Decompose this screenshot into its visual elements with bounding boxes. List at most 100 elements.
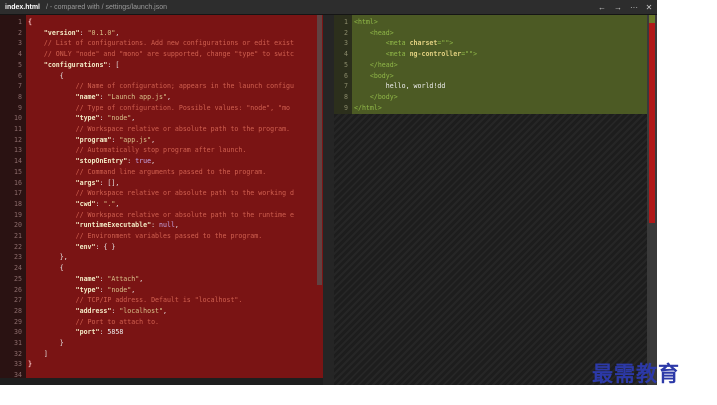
left-code-line[interactable]: "cwd": ".", (28, 199, 120, 210)
left-code-line[interactable]: "configurations": [ (28, 60, 119, 71)
left-line-number: 12 (14, 135, 22, 144)
left-code-line[interactable]: ] (28, 349, 48, 360)
left-line-number: 20 (14, 221, 22, 230)
empty-diff-area (334, 114, 657, 385)
code-token: // Environment variables passed to the p… (28, 232, 263, 240)
code-token: , (151, 157, 156, 166)
right-line-number: 2 (344, 28, 348, 37)
left-code-line[interactable]: "port": 5858 (28, 327, 124, 338)
code-token: // Name of configuration; appears in the… (28, 82, 294, 91)
code-token: , (174, 221, 179, 230)
code-token: , (131, 285, 136, 294)
code-token: // Workspace relative or absolute path t… (28, 210, 294, 219)
left-line-number: 23 (14, 253, 22, 262)
code-token: "stopOnEntry" (28, 157, 128, 166)
left-code-line[interactable]: { (28, 263, 64, 274)
pane-splitter[interactable] (323, 15, 334, 385)
right-code-line[interactable]: <body> (354, 71, 394, 82)
code-token: =""> (461, 50, 478, 59)
right-code-line[interactable]: <head> (354, 28, 394, 39)
left-line-number: 6 (18, 71, 22, 80)
left-code-line[interactable]: "stopOnEntry": true, (28, 156, 155, 167)
left-code-line[interactable]: "address": "localhost", (28, 306, 167, 317)
left-code-line[interactable]: "type": "node", (28, 113, 136, 124)
left-line-number: 13 (14, 146, 22, 155)
right-line-number: 4 (344, 50, 348, 59)
overview-ruler[interactable] (647, 15, 657, 385)
left-scrollbar[interactable] (317, 15, 322, 285)
left-line-number: 27 (14, 296, 22, 305)
code-token: "port" (28, 328, 100, 337)
left-line-number: 28 (14, 306, 22, 315)
modified-editor-pane[interactable]: 1 2 3 4 5 6 7 8 9 <html> <head> <meta charset="">… (334, 15, 657, 385)
left-code-line[interactable]: "env": { } (28, 242, 116, 253)
left-code-line[interactable]: // List of configurations. Add new confi… (28, 38, 294, 49)
ruler-added-mark (649, 15, 655, 23)
code-token: "app.js" (119, 135, 152, 144)
left-code-line[interactable]: // Name of configuration; appears in the… (28, 81, 294, 92)
left-line-number: 17 (14, 189, 22, 198)
code-token: null (159, 221, 175, 230)
left-code-line[interactable]: // Workspace relative or absolute path t… (28, 188, 294, 199)
right-code-line[interactable]: <html> (354, 17, 378, 28)
left-code-line[interactable]: "version": "0.1.0", (28, 28, 119, 39)
right-code-line[interactable]: </head> (354, 60, 398, 71)
code-token: , (139, 274, 144, 283)
left-code-line[interactable]: "runtimeExecutable": null, (28, 220, 179, 231)
more-icon[interactable]: ··· (628, 0, 640, 15)
arrow-right-icon[interactable]: → (612, 0, 624, 15)
code-token: } (28, 360, 32, 369)
code-token: "type" (28, 285, 100, 294)
left-code-line[interactable]: "name": "Launch app.js", (28, 92, 171, 103)
code-token: } (28, 339, 64, 347)
code-token: "version" (28, 28, 80, 37)
code-token: "node" (107, 114, 132, 123)
left-code-line[interactable]: // Automatically stop program after laun… (28, 145, 247, 156)
left-line-number: 31 (14, 339, 22, 347)
left-code-line[interactable]: "type": "node", (28, 285, 136, 296)
left-code-line[interactable]: // Command line arguments passed to the … (28, 167, 267, 178)
left-line-number: 5 (18, 60, 22, 69)
code-token: : (151, 221, 160, 230)
code-token: // Workspace relative or absolute path t… (28, 189, 294, 198)
tab-filename[interactable]: index.html (5, 0, 40, 15)
original-editor-pane[interactable]: 1 2 3 4 5 6 7 8 9 10 11 12 13 14 15 16 17 18 19 20 21 22 23 24 2… (0, 15, 323, 385)
right-code-line[interactable]: </body> (354, 92, 398, 103)
code-token: // Automatically stop program after laun… (28, 146, 247, 155)
code-token: =""> (437, 39, 454, 48)
left-code-line[interactable]: } (28, 359, 32, 370)
left-code-line[interactable]: // Workspace relative or absolute path t… (28, 124, 290, 135)
code-token: // Port to attach to. (28, 317, 160, 326)
left-code-line[interactable]: "program": "app.js", (28, 135, 155, 146)
code-token: { (28, 264, 64, 273)
left-code-line[interactable]: "name": "Attach", (28, 274, 144, 285)
code-token: </body> (354, 92, 398, 101)
left-code-line[interactable]: } (28, 338, 64, 349)
left-code-line[interactable]: // ONLY "node" and "mono" are supported,… (28, 49, 294, 60)
left-code-line[interactable]: // Type of configuration. Possible value… (28, 103, 290, 114)
right-code-line[interactable]: </html> (354, 103, 382, 114)
right-line-number: 3 (344, 39, 348, 48)
code-token: : [], (99, 178, 120, 187)
code-token: "env" (28, 242, 96, 251)
left-code-line[interactable]: }, (28, 252, 68, 263)
code-token: "type" (28, 114, 100, 123)
code-token: <meta (354, 39, 410, 48)
left-code-line[interactable]: // TCP/IP address. Default is "localhost… (28, 295, 243, 306)
arrow-left-icon[interactable]: ← (596, 0, 608, 15)
right-code-line[interactable]: <meta ng-controller=""> (354, 49, 477, 60)
left-code-line[interactable]: { (28, 17, 32, 28)
code-token: }, (28, 253, 68, 262)
code-token: , (115, 199, 120, 208)
left-code-line[interactable]: // Workspace relative or absolute path t… (28, 210, 294, 221)
left-code-line[interactable]: // Environment variables passed to the p… (28, 231, 263, 242)
close-icon[interactable]: ✕ (643, 0, 655, 15)
left-code-line[interactable]: "args": [], (28, 178, 120, 189)
left-code-line[interactable]: // Port to attach to. (28, 317, 159, 328)
code-token: : { } (95, 242, 116, 251)
right-code-line[interactable]: <meta charset=""> (354, 38, 454, 49)
right-code-line[interactable]: hello, world!dd (354, 81, 446, 92)
code-token: "args" (28, 178, 100, 187)
left-line-number: 11 (14, 125, 22, 133)
left-code-line[interactable]: { (28, 71, 64, 82)
